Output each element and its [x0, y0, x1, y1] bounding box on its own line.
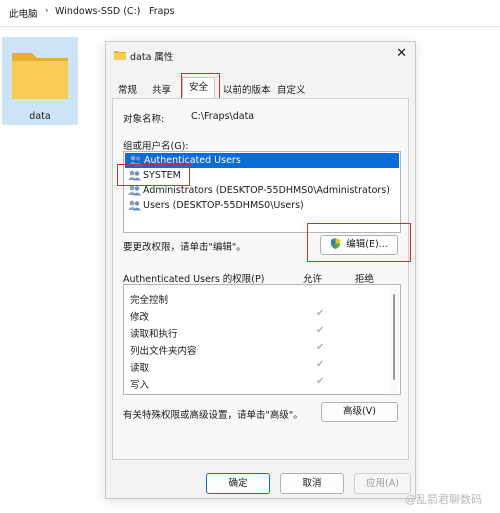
permission-name: 完全控制: [130, 295, 169, 306]
folder-icon: [12, 53, 68, 99]
change-hint: 要更改权限，请单击"编辑"。: [123, 242, 246, 253]
properties-dialog: data 属性 ✕ 常规 共享 安全 以前的版本 自定义 对象名称: C:\Fr…: [105, 41, 416, 499]
allow-header: 允许: [303, 274, 323, 285]
check-icon: ✔: [316, 308, 325, 319]
tab-sharing[interactable]: 共享: [152, 82, 171, 96]
object-name-label: 对象名称:: [123, 114, 165, 125]
ok-button[interactable]: 确定: [206, 473, 270, 494]
group-label: 组或用户名(G):: [123, 141, 189, 152]
scroll-thumb[interactable]: [393, 294, 395, 380]
tab-previous-versions[interactable]: 以前的版本: [223, 82, 271, 96]
check-icon: ✔: [316, 376, 325, 387]
object-name-value: C:\Fraps\data: [191, 111, 255, 122]
chevron-right-icon: ›: [45, 6, 49, 16]
dialog-title: data 属性: [130, 52, 174, 63]
highlight-edit-button: [307, 223, 411, 262]
breadcrumb-fraps[interactable]: Fraps: [149, 6, 174, 17]
check-icon: ✔: [316, 325, 325, 336]
close-icon[interactable]: ✕: [396, 46, 407, 61]
highlight-security-tab: [181, 73, 220, 100]
breadcrumb-this-pc[interactable]: 此电脑: [9, 6, 38, 20]
dialog-titlebar[interactable]: data 属性 ✕: [106, 42, 415, 68]
scrollbar[interactable]: [390, 286, 399, 393]
cancel-button[interactable]: 取消: [280, 473, 344, 494]
advanced-hint: 有关特殊权限或高级设置，请单击"高级"。: [123, 410, 303, 421]
highlight-system-user: [117, 164, 190, 186]
permission-name: 修改: [130, 312, 150, 323]
tab-general[interactable]: 常规: [118, 82, 137, 96]
check-icon: ✔: [316, 342, 325, 353]
permission-list: 完全控制 修改 ✔ 读取和执行 ✔ 列出文件夹内容 ✔ 读取 ✔ 写入 ✔: [123, 284, 401, 395]
users-icon: [128, 185, 141, 196]
permission-name: 读取和执行: [130, 329, 178, 340]
permission-name: 读取: [130, 363, 150, 374]
user-name: Users (DESKTOP-55DHMS0\Users): [143, 200, 304, 211]
permission-name: 写入: [130, 380, 150, 391]
tab-customize[interactable]: 自定义: [277, 82, 306, 96]
apply-button[interactable]: 应用(A): [354, 473, 411, 494]
advanced-button[interactable]: 高级(V): [321, 402, 398, 422]
check-icon: ✔: [316, 359, 325, 370]
folder-name: data: [29, 111, 51, 122]
users-icon: [128, 200, 141, 211]
security-panel: 对象名称: C:\Fraps\data 组或用户名(G): Authentica…: [112, 98, 409, 460]
watermark: @乱箭君聊数码: [405, 493, 482, 506]
breadcrumb-c-drive[interactable]: Windows-SSD (C:): [55, 6, 140, 17]
permission-name: 列出文件夹内容: [130, 346, 197, 357]
chevron-right-icon: ›: [137, 6, 141, 16]
folder-item-data[interactable]: data: [2, 37, 78, 125]
deny-header: 拒绝: [355, 274, 375, 285]
folder-icon: [114, 51, 126, 60]
address-bar[interactable]: 此电脑 › Windows-SSD (C:) › Fraps: [0, 0, 500, 27]
permission-label: Authenticated Users 的权限(P): [123, 274, 265, 285]
